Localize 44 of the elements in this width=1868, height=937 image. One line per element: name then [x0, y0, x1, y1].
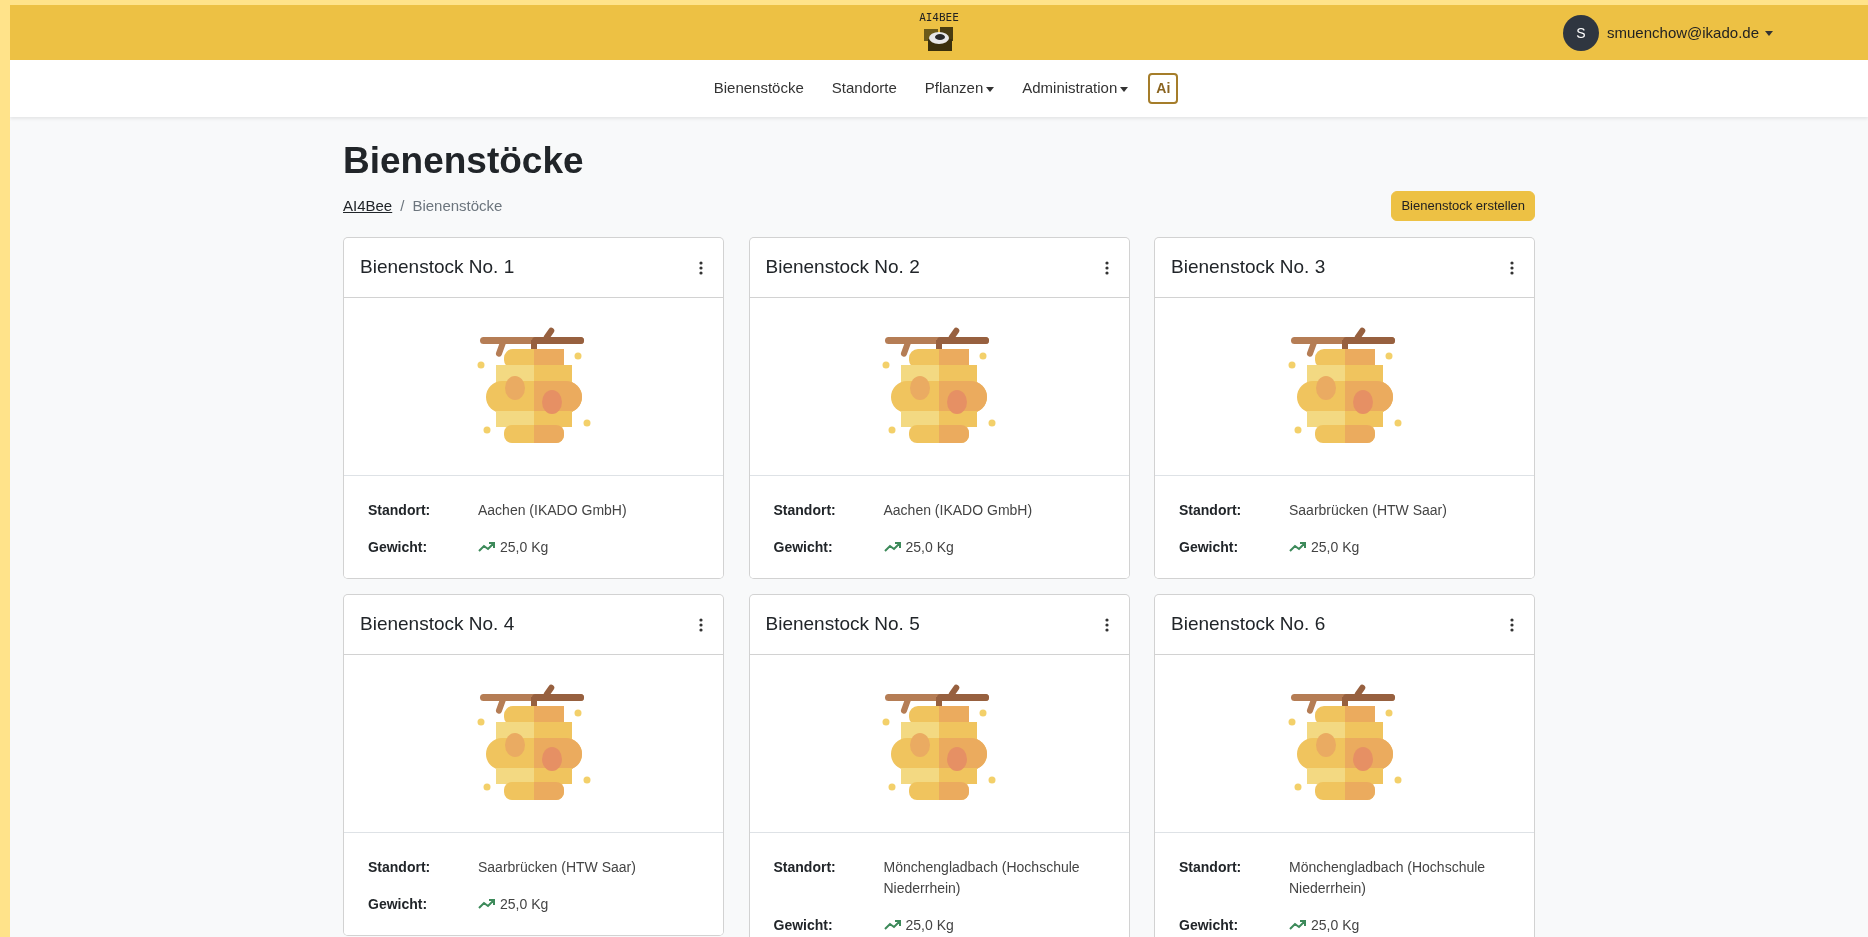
field-value: 25,0 Kg	[1311, 915, 1360, 935]
field-label: Gewicht:	[773, 537, 834, 557]
card-title: Bienenstock No. 5	[765, 612, 920, 637]
field-value: Aachen (IKADO GmbH)	[478, 500, 627, 520]
card-title: Bienenstock No. 2	[765, 255, 920, 280]
field-value: Aachen (IKADO GmbH)	[883, 500, 1033, 520]
field-label: Gewicht:	[1179, 915, 1240, 935]
breadcrumb-link[interactable]: AI4Bee	[343, 194, 393, 218]
ai-link[interactable]: Ai	[1148, 73, 1179, 104]
nav-dropdown[interactable]: Pflanzen	[910, 71, 1009, 106]
nav-dropdown[interactable]: Administration	[1008, 71, 1143, 106]
card-title: Bienenstock No. 1	[360, 255, 515, 280]
user-menu[interactable]: smuenchow@ikado.de	[1607, 21, 1773, 45]
field-label: Gewicht:	[1179, 537, 1240, 557]
card-title: Bienenstock No. 3	[1171, 255, 1326, 280]
caret-icon	[1765, 31, 1773, 37]
logo[interactable]: AI4BEE	[919, 12, 959, 53]
field-label: Standort:	[1179, 500, 1243, 520]
field-value: 25,0 Kg	[500, 537, 549, 557]
field-label: Standort:	[368, 857, 432, 877]
user-avatar: S	[1563, 15, 1599, 51]
field-label: Standort:	[773, 500, 837, 520]
card-title: Bienenstock No. 6	[1171, 612, 1326, 637]
field-value: 25,0 Kg	[905, 537, 954, 557]
field-label: Gewicht:	[773, 915, 834, 935]
card-title: Bienenstock No. 4	[360, 612, 515, 637]
field-label: Gewicht:	[368, 894, 429, 914]
page-title: Bienenstöcke	[343, 139, 585, 183]
nav-link[interactable]: Standorte	[817, 71, 911, 106]
field-value: Saarbrücken (HTW Saar)	[478, 857, 636, 877]
field-label: Standort:	[773, 857, 837, 877]
breadcrumb-current: Bienenstöcke	[412, 195, 503, 216]
field-value: 25,0 Kg	[500, 894, 549, 914]
field-value: Mönchengladbach (Hochschule Niederrhein)	[883, 857, 1081, 898]
field-label: Standort:	[1179, 857, 1243, 877]
field-value: Mönchengladbach (Hochschule Niederrhein)	[1289, 857, 1487, 898]
nav-link[interactable]: Bienenstöcke	[699, 71, 818, 106]
field-value: Saarbrücken (HTW Saar)	[1289, 500, 1447, 520]
field-label: Standort:	[368, 500, 432, 520]
breadcrumb-separator: /	[400, 195, 405, 216]
field-value: 25,0 Kg	[905, 915, 954, 935]
create-hive-button[interactable]: Bienenstock erstellen	[1391, 191, 1535, 221]
field-value: 25,0 Kg	[1311, 537, 1360, 557]
field-label: Gewicht:	[368, 537, 429, 557]
